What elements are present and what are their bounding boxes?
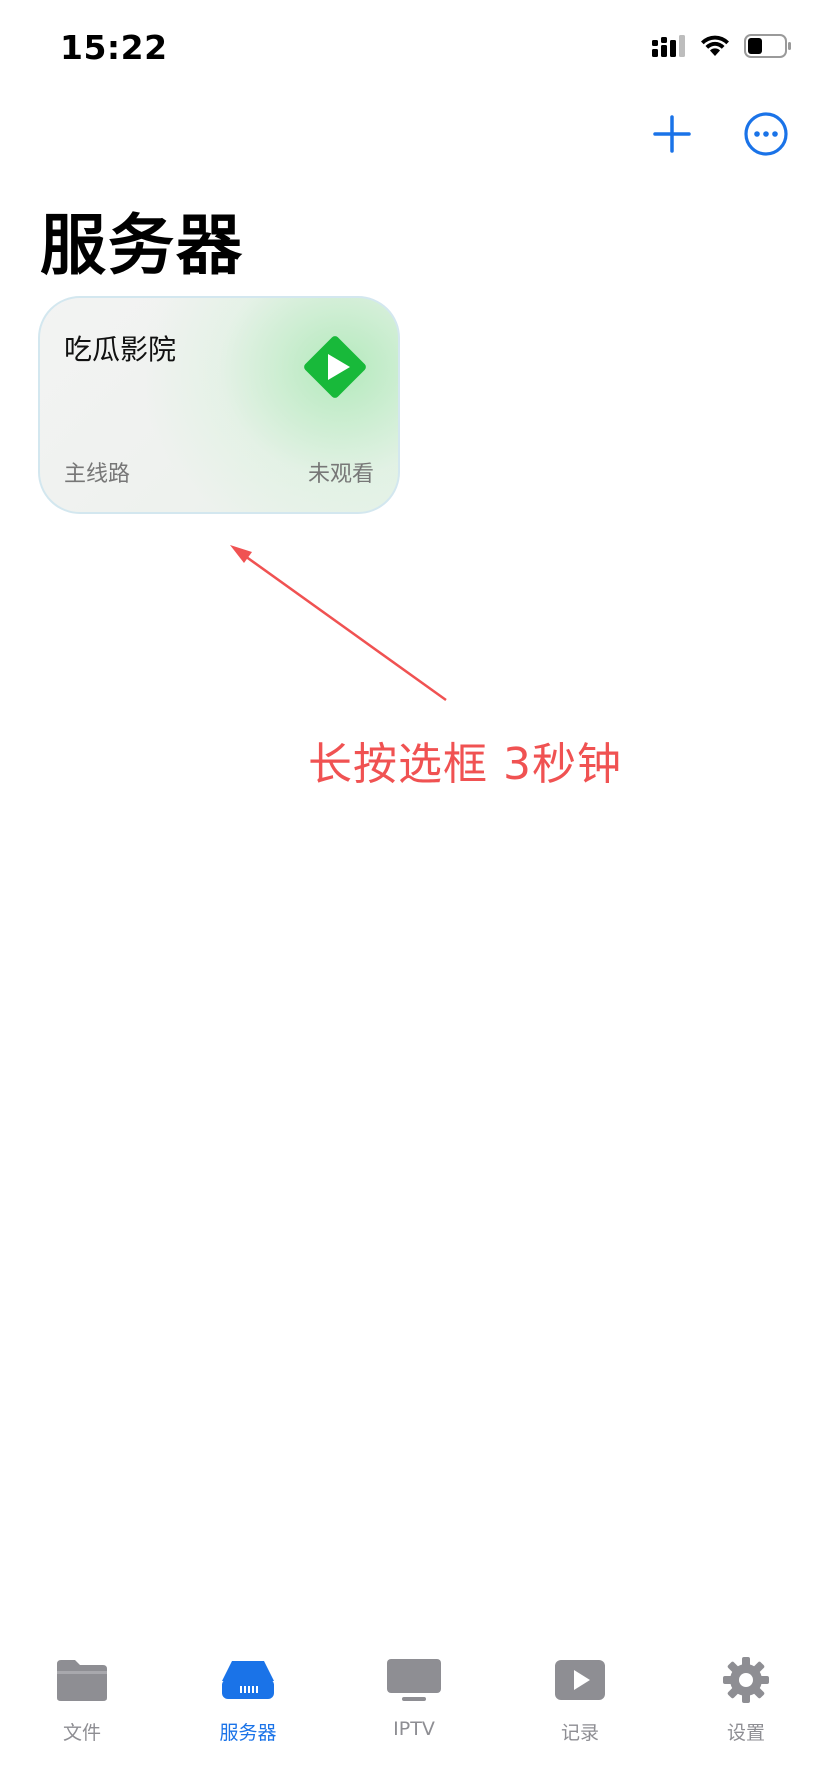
watch-status-label: 未观看: [307, 462, 374, 487]
server-logo-icon: [298, 330, 372, 408]
gear-icon: [721, 1652, 771, 1708]
tab-label: 设置: [726, 1722, 765, 1744]
tab-servers[interactable]: 服务器: [193, 1652, 303, 1745]
ellipsis-circle-icon: [743, 111, 789, 161]
server-name: 吃瓜影院: [64, 333, 177, 366]
page-title: 服务器: [40, 207, 244, 284]
tab-bar: 文件 服务器 IPTV 记录 设置: [0, 1620, 828, 1792]
server-line-label: 主线路: [64, 462, 131, 487]
status-icons: [652, 34, 792, 62]
tab-history[interactable]: 记录: [525, 1652, 635, 1745]
folder-icon: [55, 1652, 109, 1708]
play-record-icon: [553, 1652, 607, 1708]
tab-label: 服务器: [219, 1722, 277, 1744]
wifi-icon: [700, 35, 730, 61]
more-options-button[interactable]: [742, 112, 790, 160]
status-bar: 15:22: [0, 0, 828, 100]
server-card[interactable]: 吃瓜影院 主线路 未观看: [38, 296, 400, 514]
tab-label: 记录: [560, 1722, 599, 1744]
add-server-button[interactable]: [648, 112, 696, 160]
server-icon: [220, 1652, 276, 1708]
tab-files[interactable]: 文件: [27, 1652, 137, 1745]
annotation-text: 长按选框 3秒钟: [308, 739, 622, 790]
tab-iptv[interactable]: IPTV: [359, 1652, 469, 1740]
cellular-signal-icon: [652, 35, 686, 61]
nav-actions: [648, 112, 790, 160]
tab-label: 文件: [62, 1722, 101, 1744]
tab-settings[interactable]: 设置: [691, 1652, 801, 1745]
tv-icon: [385, 1652, 443, 1708]
plus-icon: [652, 114, 692, 158]
battery-icon: [744, 34, 792, 62]
tab-label: IPTV: [393, 1718, 435, 1740]
status-time: 15:22: [60, 28, 168, 67]
